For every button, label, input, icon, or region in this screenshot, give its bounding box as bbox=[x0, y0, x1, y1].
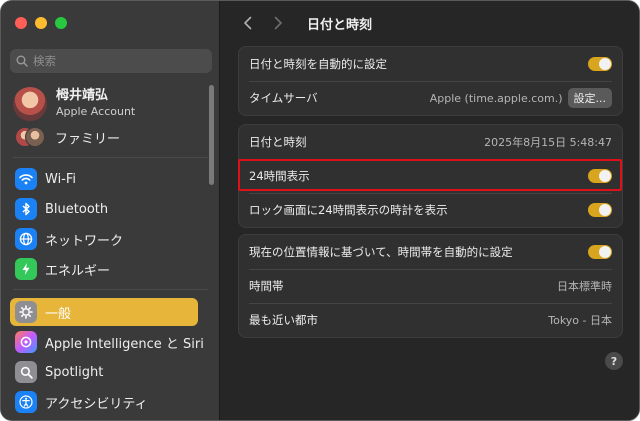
sidebar-item-spotlight[interactable]: Spotlight bbox=[10, 358, 198, 386]
globe-icon bbox=[15, 228, 37, 250]
sidebar-scrollbar[interactable] bbox=[209, 85, 214, 185]
siri-icon bbox=[15, 331, 37, 353]
datetime-value[interactable]: 2025年8月15日 5:48:47 bbox=[484, 134, 612, 150]
lock-screen-24-hour-toggle[interactable] bbox=[588, 203, 612, 217]
sidebar-item-family[interactable]: ファミリー bbox=[15, 127, 120, 147]
family-avatar-2 bbox=[25, 127, 45, 147]
row-time-server: タイムサーバ Apple (time.apple.com.) 設定... bbox=[239, 81, 622, 115]
chevron-left-icon bbox=[244, 16, 252, 30]
sidebar-item-general[interactable]: 一般 bbox=[10, 298, 198, 326]
sidebar-item-label: ネットワーク bbox=[45, 233, 124, 249]
chevron-right-icon bbox=[274, 16, 282, 30]
timezone-value: 日本標準時 bbox=[557, 280, 612, 293]
sidebar-item-wifi[interactable]: Wi-Fi bbox=[10, 165, 198, 193]
settings-window: 栂井靖弘 Apple Account ファミリー Wi-Fi bbox=[0, 0, 640, 421]
24-hour-toggle[interactable] bbox=[588, 169, 612, 183]
minimize-button[interactable] bbox=[35, 17, 47, 29]
sidebar-item-label: 一般 bbox=[45, 306, 72, 322]
back-button[interactable] bbox=[237, 12, 259, 34]
close-button[interactable] bbox=[15, 17, 27, 29]
row-label: 最も近い都市 bbox=[249, 313, 318, 327]
auto-timezone-toggle[interactable] bbox=[588, 245, 612, 259]
row-label: 現在の位置情報に基づいて、時間帯を自動的に設定 bbox=[249, 245, 513, 259]
row-label: 日付と時刻を自動的に設定 bbox=[249, 57, 387, 71]
gear-icon bbox=[15, 301, 37, 323]
search-field[interactable] bbox=[10, 49, 212, 73]
accessibility-icon bbox=[15, 391, 37, 413]
page-title: 日付と時刻 bbox=[307, 17, 373, 33]
row-auto-timezone: 現在の位置情報に基づいて、時間帯を自動的に設定 bbox=[239, 235, 622, 269]
sidebar-item-label: エネルギー bbox=[45, 263, 111, 279]
search-icon bbox=[16, 55, 28, 67]
bluetooth-icon bbox=[15, 198, 37, 220]
sidebar-item-label: ファミリー bbox=[55, 131, 121, 147]
zoom-button[interactable] bbox=[55, 17, 67, 29]
account-subtitle: Apple Account bbox=[56, 105, 136, 118]
sidebar-divider bbox=[13, 157, 208, 158]
sidebar: 栂井靖弘 Apple Account ファミリー Wi-Fi bbox=[1, 1, 220, 420]
row-label: 時間帯 bbox=[249, 279, 284, 293]
row-24-hour: 24時間表示 bbox=[239, 159, 622, 193]
sidebar-item-label: アクセシビリティ bbox=[45, 396, 148, 412]
row-lock-screen-24-hour: ロック画面に24時間表示の時計を表示 bbox=[239, 193, 622, 227]
sidebar-divider bbox=[13, 289, 208, 290]
closest-city-value: Tokyo - 日本 bbox=[548, 314, 612, 327]
row-label: 24時間表示 bbox=[249, 169, 310, 183]
sidebar-item-bluetooth[interactable]: Bluetooth bbox=[10, 195, 198, 223]
row-timezone: 時間帯 日本標準時 bbox=[239, 269, 622, 303]
bolt-icon bbox=[15, 258, 37, 280]
search-icon bbox=[15, 361, 37, 383]
search-input[interactable] bbox=[33, 54, 203, 68]
settings-group-time-sync: 日付と時刻を自動的に設定 タイムサーバ Apple (time.apple.co… bbox=[238, 46, 623, 116]
row-datetime: 日付と時刻 2025年8月15日 5:48:47 bbox=[239, 125, 622, 159]
toolbar: 日付と時刻 bbox=[237, 11, 372, 35]
row-auto-datetime: 日付と時刻を自動的に設定 bbox=[239, 47, 622, 81]
time-server-set-button[interactable]: 設定... bbox=[567, 88, 612, 108]
sidebar-item-accessibility[interactable]: アクセシビリティ bbox=[10, 388, 198, 416]
row-label: タイムサーバ bbox=[249, 91, 318, 105]
sidebar-item-label: Apple Intelligence と Siri bbox=[45, 336, 204, 352]
wifi-icon bbox=[15, 168, 37, 190]
time-server-value: Apple (time.apple.com.) bbox=[429, 91, 563, 105]
sidebar-item-label: Wi-Fi bbox=[45, 171, 77, 187]
account-name: 栂井靖弘 bbox=[56, 88, 109, 103]
sidebar-item-label: Spotlight bbox=[45, 364, 104, 380]
sidebar-item-network[interactable]: ネットワーク bbox=[10, 225, 198, 253]
row-label: 日付と時刻 bbox=[249, 135, 307, 149]
row-label: ロック画面に24時間表示の時計を表示 bbox=[249, 203, 448, 217]
account-item[interactable]: 栂井靖弘 Apple Account bbox=[13, 87, 135, 121]
settings-group-datetime: 日付と時刻 2025年8月15日 5:48:47 24時間表示 ロック画面に24… bbox=[238, 124, 623, 228]
family-avatars bbox=[15, 127, 45, 147]
main-content: 日付と時刻 日付と時刻を自動的に設定 タイムサーバ Apple (time.ap… bbox=[221, 1, 639, 420]
row-closest-city: 最も近い都市 Tokyo - 日本 bbox=[239, 303, 622, 337]
help-button[interactable]: ? bbox=[605, 352, 623, 370]
sidebar-item-energy[interactable]: エネルギー bbox=[10, 255, 198, 283]
sidebar-item-label: Bluetooth bbox=[45, 201, 109, 217]
settings-group-timezone: 現在の位置情報に基づいて、時間帯を自動的に設定 時間帯 日本標準時 最も近い都市… bbox=[238, 234, 623, 338]
sidebar-item-apple-intelligence[interactable]: Apple Intelligence と Siri bbox=[10, 328, 204, 356]
auto-datetime-toggle[interactable] bbox=[588, 57, 612, 71]
window-controls bbox=[15, 17, 67, 29]
avatar bbox=[13, 87, 47, 121]
forward-button[interactable] bbox=[267, 12, 289, 34]
